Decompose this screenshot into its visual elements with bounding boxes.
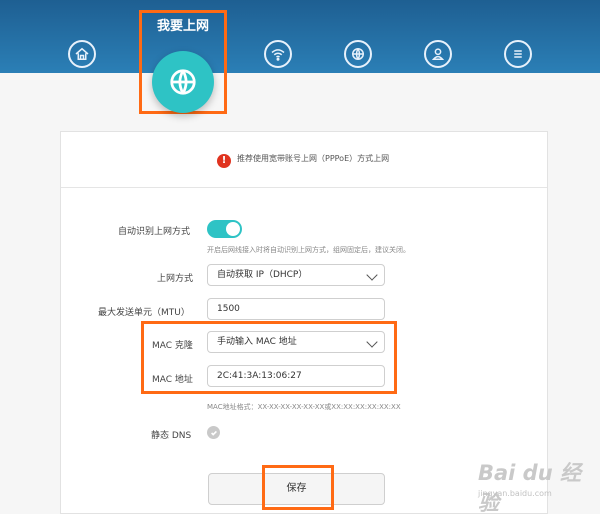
auto-detect-label: 自动识别上网方式 bbox=[118, 227, 191, 237]
warning-icon: ! bbox=[217, 154, 231, 168]
watermark-logo: Bai du 经验 jingyan.baidu.com bbox=[478, 455, 596, 515]
mtu-value: 1500 bbox=[217, 304, 240, 314]
user-icon[interactable] bbox=[424, 40, 452, 68]
notice-bar: ! 推荐使用宽带账号上网（PPPoE）方式上网 bbox=[61, 132, 547, 188]
wifi-icon[interactable] bbox=[264, 40, 292, 68]
mtu-input[interactable]: 1500 bbox=[207, 298, 385, 320]
home-icon[interactable] bbox=[68, 40, 96, 68]
auto-detect-hint: 开启后网线接入时将自动识别上网方式，组网固定后，建议关闭。 bbox=[207, 246, 410, 254]
static-dns-label: 静态 DNS bbox=[151, 431, 192, 441]
tab-internet-highlight[interactable]: 我要上网 bbox=[139, 10, 227, 114]
toggle-knob bbox=[226, 222, 240, 236]
mac-format-hint: MAC地址格式：XX-XX-XX-XX-XX-XX或XX:XX:XX:XX:XX… bbox=[207, 403, 401, 411]
mac-highlight-box bbox=[141, 321, 397, 394]
settings-globe-icon[interactable] bbox=[344, 40, 372, 68]
method-select[interactable]: 自动获取 IP（DHCP） bbox=[207, 264, 385, 286]
method-label: 上网方式 bbox=[157, 274, 194, 284]
menu-icon[interactable] bbox=[504, 40, 532, 68]
method-value: 自动获取 IP（DHCP） bbox=[217, 270, 308, 280]
save-highlight-box bbox=[262, 465, 334, 510]
chevron-down-icon bbox=[366, 269, 378, 281]
tab-internet-label: 我要上网 bbox=[156, 19, 209, 34]
globe-icon[interactable] bbox=[152, 51, 214, 113]
auto-detect-toggle[interactable] bbox=[207, 220, 242, 238]
watermark-url: jingyan.baidu.com bbox=[478, 489, 552, 498]
watermark-text: Bai du 经验 bbox=[478, 461, 581, 515]
notice-text: 推荐使用宽带账号上网（PPPoE）方式上网 bbox=[237, 154, 390, 163]
top-nav-bar bbox=[0, 0, 600, 73]
mtu-label: 最大发送单元（MTU） bbox=[98, 308, 190, 318]
static-dns-checkbox[interactable] bbox=[207, 426, 220, 439]
